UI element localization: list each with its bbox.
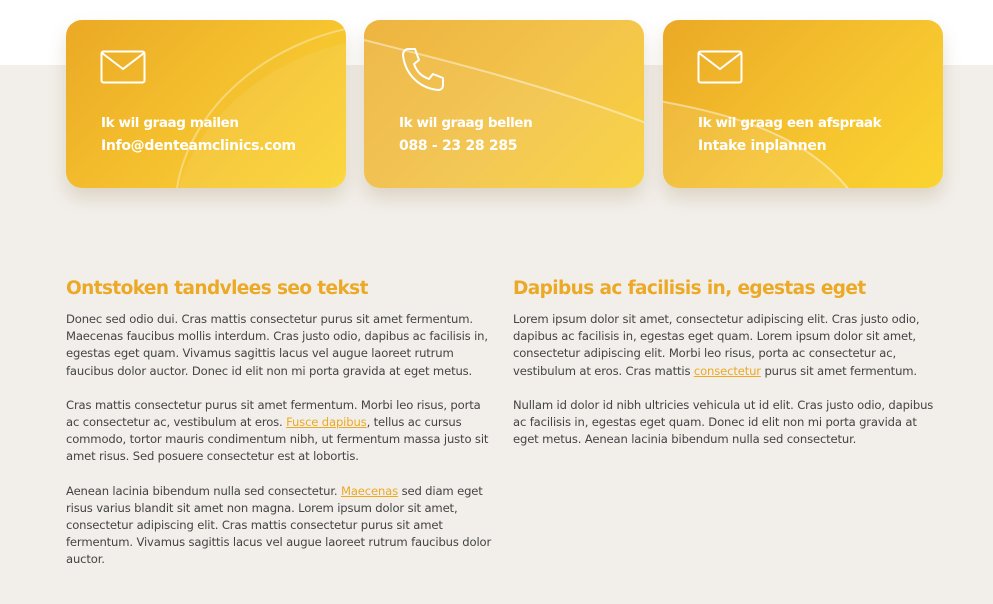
paragraph: Nullam id dolor id nibh ultricies vehicu… — [513, 397, 934, 447]
contact-card-appointment[interactable]: Ik wil graag een afspraak Intake inplann… — [663, 20, 943, 188]
inline-link[interactable]: consectetur — [694, 364, 761, 378]
card-label: Ik wil graag een afspraak — [698, 115, 882, 131]
seo-text-column-left: Ontstoken tandvlees seo tekst Donec sed … — [66, 278, 496, 586]
paragraph-text: purus sit amet fermentum. — [760, 363, 917, 378]
card-appointment-link[interactable]: Intake inplannen — [698, 138, 827, 154]
section-heading: Ontstoken tandvlees seo tekst — [66, 278, 368, 299]
paragraph: Cras mattis consectetur purus sit amet f… — [66, 397, 496, 466]
card-email-link[interactable]: Info@denteamclinics.com — [101, 138, 296, 154]
paragraph: Lorem ipsum dolor sit amet, consectetur … — [513, 311, 943, 380]
phone-icon — [399, 46, 445, 91]
seo-text-column-right: Dapibus ac facilisis in, egestas eget Lo… — [513, 278, 943, 465]
contact-card-mail[interactable]: Ik wil graag mailen Info@denteamclinics.… — [66, 20, 346, 188]
paragraph: Aenean lacinia bibendum nulla sed consec… — [66, 483, 496, 569]
paragraph: Donec sed odio dui. Cras mattis consecte… — [66, 312, 488, 378]
mail-icon — [697, 50, 743, 90]
mail-icon — [100, 50, 146, 90]
contact-card-phone[interactable]: Ik wil graag bellen 088 - 23 28 285 — [364, 20, 644, 188]
inline-link[interactable]: Fusce dapibus — [286, 415, 367, 429]
card-decoration — [176, 27, 346, 188]
card-phone-link[interactable]: 088 - 23 28 285 — [399, 138, 518, 154]
card-label: Ik wil graag bellen — [399, 115, 533, 131]
card-label: Ik wil graag mailen — [101, 115, 239, 131]
inline-link[interactable]: Maecenas — [341, 484, 398, 498]
paragraph-text: Aenean lacinia bibendum nulla sed consec… — [66, 483, 341, 498]
card-decoration — [663, 100, 849, 188]
section-heading: Dapibus ac facilisis in, egestas eget — [513, 278, 866, 299]
contact-cards: Ik wil graag mailen Info@denteamclinics.… — [0, 0, 993, 200]
